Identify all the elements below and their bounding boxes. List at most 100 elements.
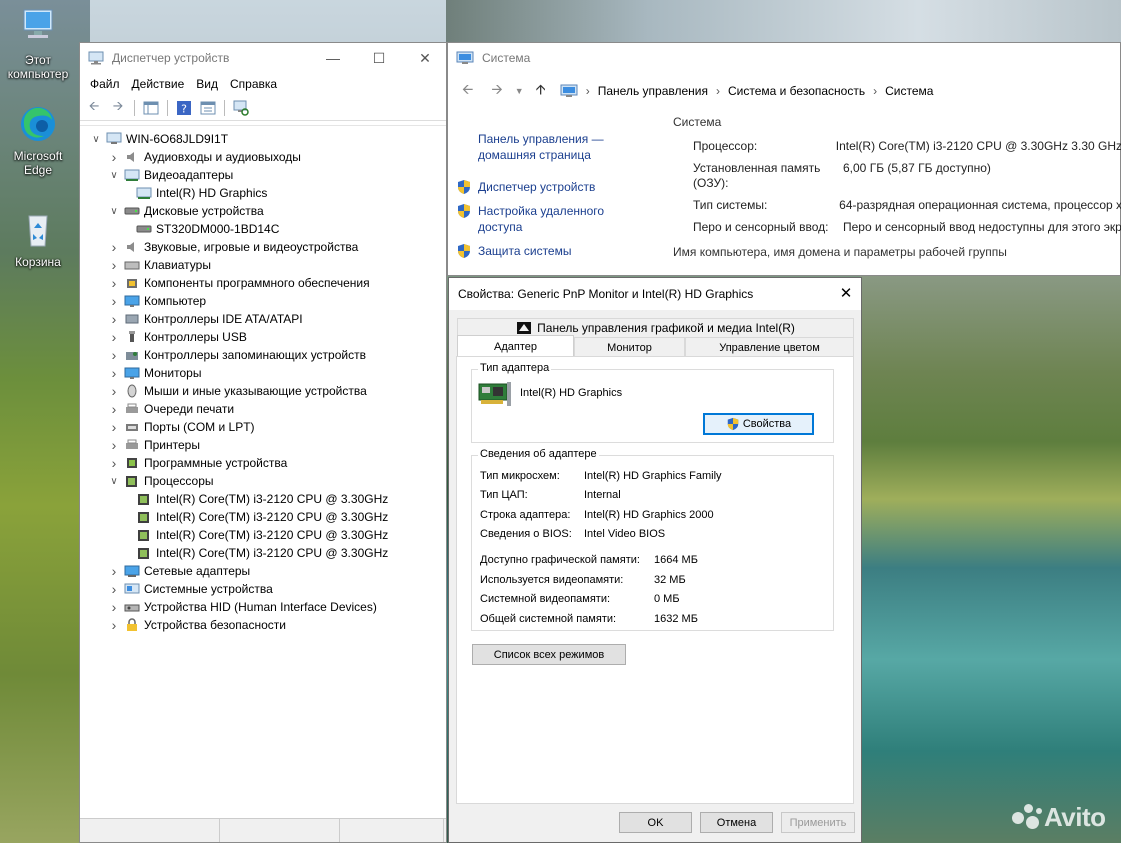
desktop-icon-this-pc[interactable]: Этот компьютер <box>1 8 75 81</box>
device-tree-item[interactable]: › Звуковые, игровые и видеоустройства <box>106 238 359 256</box>
help-icon[interactable]: ? <box>174 99 194 117</box>
collapse-chevron-icon[interactable]: › <box>106 365 122 381</box>
device-tree-item[interactable]: › Контроллеры IDE ATA/ATAPI <box>106 310 303 328</box>
collapse-chevron-icon[interactable]: › <box>106 275 122 291</box>
collapse-chevron-icon[interactable]: › <box>106 581 122 597</box>
ok-button[interactable]: OK <box>619 812 692 833</box>
collapse-chevron-icon[interactable]: › <box>106 617 122 633</box>
device-manager-link[interactable]: Диспетчер устройств <box>456 179 656 195</box>
nav-back-arrow-icon[interactable]: 🡨 <box>462 79 473 103</box>
collapse-chevron-icon[interactable]: › <box>106 293 122 309</box>
device-tree-item[interactable]: › Устройства безопасности <box>106 616 286 634</box>
device-tree-item[interactable]: › Системные устройства <box>106 580 273 598</box>
device-tree-item[interactable]: › Контроллеры запоминающих устройств <box>106 346 366 364</box>
desktop-icon-recycle-bin[interactable]: Корзина <box>1 210 75 269</box>
mouse-icon <box>127 384 137 398</box>
device-tree-item[interactable]: › Компоненты программного обеспечения <box>106 274 370 292</box>
menu-action[interactable]: Действие <box>126 77 191 91</box>
breadcrumb-system-security[interactable]: Система и безопасность <box>728 84 865 98</box>
tab-adapter[interactable]: Адаптер <box>457 335 574 357</box>
collapse-chevron-icon[interactable]: › <box>106 311 122 327</box>
up-arrow-icon[interactable]: 🡩 <box>536 79 546 103</box>
collapse-chevron-icon[interactable]: › <box>106 419 122 435</box>
device-tree-item[interactable]: Intel(R) HD Graphics <box>126 184 267 202</box>
device-tree-item[interactable]: ∨ WIN-6O68JLD9I1T <box>88 130 228 148</box>
device-tree-item[interactable]: Intel(R) Core(TM) i3-2120 CPU @ 3.30GHz <box>126 544 388 562</box>
list-all-modes-button[interactable]: Список всех режимов <box>472 644 626 665</box>
tab-color-management[interactable]: Управление цветом <box>685 337 854 357</box>
apply-button[interactable]: Применить <box>781 812 855 833</box>
device-tree-item[interactable]: › Сетевые адаптеры <box>106 562 251 580</box>
maximize-button[interactable]: ☐ <box>356 43 402 73</box>
graphics-card-icon <box>478 382 511 406</box>
system-task-pane: Панель управления — домашняя страница Ди… <box>456 131 656 267</box>
recent-locations-chevron-icon[interactable]: ▼ <box>515 86 524 96</box>
desktop-icon-this-pc-label: Этот компьютер <box>7 53 69 81</box>
menu-help[interactable]: Справка <box>224 77 283 91</box>
device-tree-item[interactable]: ∨ Процессоры <box>106 472 214 490</box>
properties-view-icon[interactable] <box>198 99 218 117</box>
minimize-button[interactable]: — <box>310 43 356 73</box>
tab-monitor[interactable]: Монитор <box>574 337 685 357</box>
expand-chevron-icon[interactable]: ∨ <box>106 170 122 181</box>
forward-arrow-icon[interactable]: 🡪 <box>108 98 128 117</box>
uac-shield-icon <box>458 244 470 258</box>
show-hide-console-tree-icon[interactable] <box>141 99 161 117</box>
collapse-chevron-icon[interactable]: › <box>106 329 122 345</box>
close-icon[interactable]: ✕ <box>837 284 855 302</box>
nav-forward-arrow-icon[interactable]: 🡪 <box>491 79 502 103</box>
system-protection-link[interactable]: Защита системы <box>456 243 656 259</box>
device-tree-item[interactable]: › Мониторы <box>106 364 202 382</box>
device-tree-item[interactable]: › Контроллеры USB <box>106 328 247 346</box>
adapter-info-group: Сведения об адаптере Тип микросхем: Inte… <box>471 448 834 631</box>
device-tree-item[interactable]: › Клавиатуры <box>106 256 211 274</box>
breadcrumb: › Панель управления › Система и безопасн… <box>560 79 1120 103</box>
scan-hardware-icon[interactable] <box>231 99 251 117</box>
device-tree-item[interactable]: › Мыши и иные указывающие устройства <box>106 382 367 400</box>
device-tree-item[interactable]: ST320DM000-1BD14C <box>126 220 279 238</box>
collapse-chevron-icon[interactable]: › <box>106 401 122 417</box>
device-tree-item[interactable]: › Очереди печати <box>106 400 234 418</box>
device-tree-item[interactable]: ∨ Дисковые устройства <box>106 202 263 220</box>
breadcrumb-system[interactable]: Система <box>885 84 933 98</box>
collapse-chevron-icon[interactable]: › <box>106 599 122 615</box>
collapse-chevron-icon[interactable]: › <box>106 437 122 453</box>
adapter-properties-button[interactable]: Свойства <box>703 413 814 435</box>
device-tree-item[interactable]: Intel(R) Core(TM) i3-2120 CPU @ 3.30GHz <box>126 526 388 544</box>
collapse-chevron-icon[interactable]: › <box>106 563 122 579</box>
device-tree-item[interactable]: › Принтеры <box>106 436 200 454</box>
device-tree-item[interactable]: › Программные устройства <box>106 454 288 472</box>
device-tree-item[interactable]: ∨ Видеоадаптеры <box>106 166 233 184</box>
device-tree-item[interactable]: › Компьютер <box>106 292 206 310</box>
toolbar-separator <box>167 99 168 116</box>
collapse-chevron-icon[interactable]: › <box>106 347 122 363</box>
wallpaper-lake <box>860 270 1121 843</box>
uac-shield-icon <box>458 204 470 218</box>
expand-chevron-icon[interactable]: ∨ <box>106 476 122 487</box>
expand-chevron-icon[interactable]: ∨ <box>106 206 122 217</box>
device-tree-item[interactable]: › Порты (COM и LPT) <box>106 418 255 436</box>
cancel-button[interactable]: Отмена <box>700 812 773 833</box>
device-tree-item-label: Процессоры <box>144 474 214 488</box>
collapse-chevron-icon[interactable]: › <box>106 455 122 471</box>
menu-file[interactable]: Файл <box>84 77 126 91</box>
remote-settings-link[interactable]: Настройка удаленного доступа <box>456 203 656 235</box>
statusbar-pane <box>220 819 340 842</box>
breadcrumb-control-panel[interactable]: Панель управления <box>598 84 708 98</box>
close-button[interactable]: ✕ <box>402 43 448 73</box>
device-tree-item[interactable]: Intel(R) Core(TM) i3-2120 CPU @ 3.30GHz <box>126 490 388 508</box>
menu-view[interactable]: Вид <box>190 77 224 91</box>
collapse-chevron-icon[interactable]: › <box>106 383 122 399</box>
intel-graphics-icon <box>517 322 532 334</box>
device-tree-item[interactable]: Intel(R) Core(TM) i3-2120 CPU @ 3.30GHz <box>126 508 388 526</box>
collapse-chevron-icon[interactable]: › <box>106 239 122 255</box>
expand-chevron-icon[interactable]: ∨ <box>88 134 104 145</box>
back-arrow-icon[interactable]: 🡨 <box>84 98 104 117</box>
control-panel-home-link[interactable]: Панель управления — домашняя страница <box>478 131 618 163</box>
adapter-tab-panel: Тип адаптера Intel(R) HD Graphics Свойст… <box>456 356 854 804</box>
device-tree-item[interactable]: › Аудиовходы и аудиовыходы <box>106 148 301 166</box>
desktop-icon-edge[interactable]: Microsoft Edge <box>1 104 75 177</box>
collapse-chevron-icon[interactable]: › <box>106 257 122 273</box>
device-tree-item[interactable]: › Устройства HID (Human Interface Devices… <box>106 598 377 616</box>
collapse-chevron-icon[interactable]: › <box>106 149 122 165</box>
